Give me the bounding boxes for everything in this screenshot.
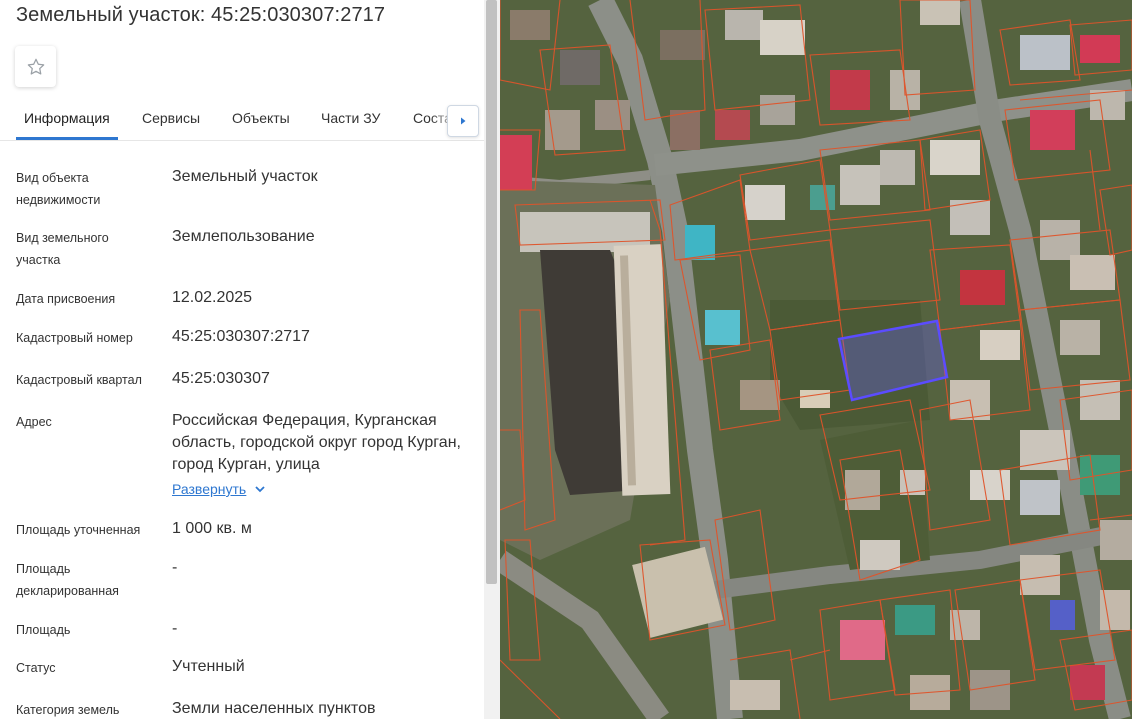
tabs-next-button[interactable] — [447, 105, 479, 137]
chevron-down-icon — [255, 486, 265, 493]
caret-right-icon — [461, 117, 466, 125]
value-area-specified: 1 000 кв. м — [172, 520, 252, 537]
value-cadastral-number: 45:25:030307:2717 — [172, 328, 310, 345]
value-land-type: Землепользование — [172, 228, 315, 245]
label-status: Статус — [16, 661, 56, 675]
map-canvas — [500, 0, 1132, 719]
expand-address-button[interactable]: Развернуть — [172, 481, 266, 497]
favorite-button[interactable] — [15, 46, 56, 87]
value-address: Российская Федерация, Курганская область… — [172, 412, 461, 473]
label-cadastral-number: Кадастровый номер — [16, 331, 133, 345]
label-area-specified: Площадь уточненная — [16, 523, 141, 537]
value-area-declared: - — [172, 559, 178, 576]
label-object-type: Вид объекта недвижимости — [16, 171, 101, 207]
satellite-map[interactable] — [500, 0, 1132, 719]
label-assign-date: Дата присвоения — [16, 292, 116, 306]
label-address: Адрес — [16, 415, 52, 429]
tab-services[interactable]: Сервисы — [142, 110, 200, 126]
label-area-declared: Площадь декларированная — [16, 562, 119, 598]
value-cadastral-quarter: 45:25:030307 — [172, 370, 270, 387]
tab-information[interactable]: Информация — [24, 110, 110, 126]
label-land-category: Категория земель — [16, 703, 120, 717]
value-status: Учтенный — [172, 658, 245, 675]
tab-parts[interactable]: Части ЗУ — [321, 110, 380, 126]
value-land-category: Земли населенных пунктов — [172, 700, 376, 717]
label-land-type: Вид земельного участка — [16, 231, 109, 267]
value-area: - — [172, 620, 178, 637]
tab-objects[interactable]: Объекты — [232, 110, 290, 126]
tab-bar: Информация Сервисы Объекты Части ЗУ Сост… — [0, 100, 484, 141]
value-assign-date: 12.02.2025 — [172, 289, 253, 306]
label-area: Площадь — [16, 623, 71, 637]
panel-scrollbar-thumb[interactable] — [486, 0, 497, 584]
label-cadastral-quarter: Кадастровый квартал — [16, 373, 142, 387]
star-outline-icon — [27, 58, 44, 75]
value-object-type: Земельный участок — [172, 168, 318, 185]
expand-address-link[interactable]: Развернуть — [172, 481, 246, 497]
active-tab-indicator — [16, 137, 118, 140]
page-title: Земельный участок: 45:25:030307:2717 — [16, 4, 386, 26]
info-panel: Земельный участок: 45:25:030307:2717 Инф… — [0, 0, 484, 719]
